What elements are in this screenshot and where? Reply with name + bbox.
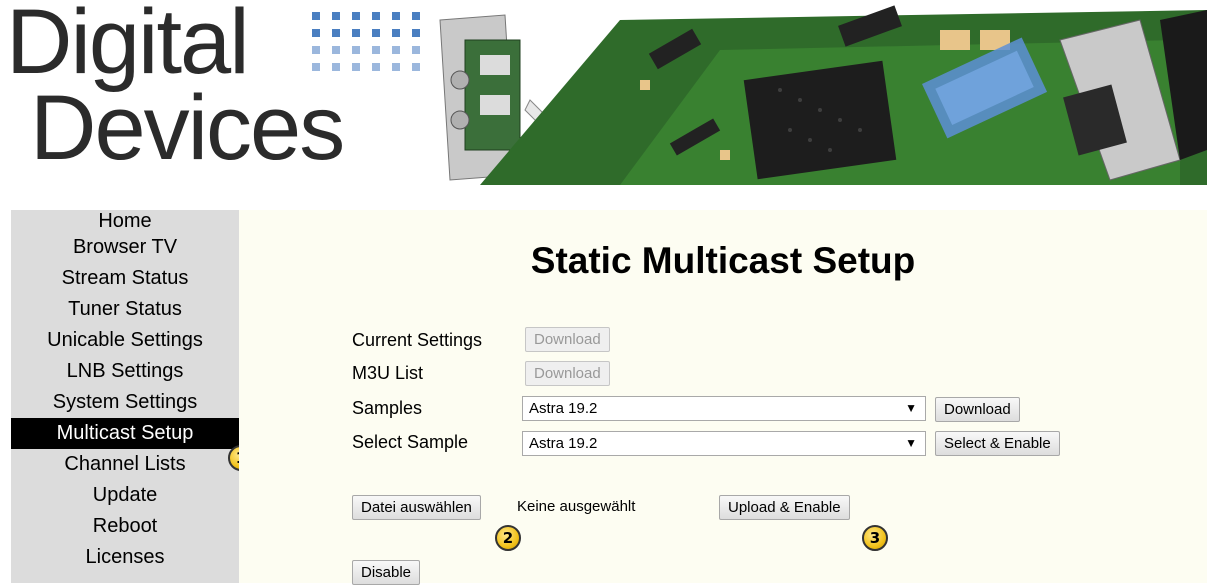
annotation-badge-2: 2 <box>495 525 521 551</box>
current-settings-label: Current Settings <box>352 330 483 350</box>
page-title: Static Multicast Setup <box>530 240 916 281</box>
samples-select-value: Astra 19.2 <box>529 400 598 417</box>
sidebar-item-licenses[interactable]: Licenses <box>11 542 239 573</box>
current-settings-download-button[interactable]: Download <box>525 327 610 352</box>
sidebar-item-browser-tv[interactable]: Browser TV <box>11 232 239 263</box>
disable-button[interactable]: Disable <box>352 560 421 585</box>
samples-select[interactable]: Astra 19.2 ▼ <box>522 396 926 421</box>
select-sample-label: Select Sample <box>352 432 469 452</box>
digital-devices-logo: Digital Devices <box>0 0 440 190</box>
samples-download-button[interactable]: Download <box>935 397 1020 422</box>
sidebar-item-system-settings[interactable]: System Settings <box>11 387 239 418</box>
file-chooser-status: Keine ausgewählt <box>517 498 636 515</box>
sidebar-item-stream-status[interactable]: Stream Status <box>11 263 239 294</box>
sidebar-nav: Home Browser TV Stream Status Tuner Stat… <box>11 210 239 583</box>
m3u-list-download-button[interactable]: Download <box>525 361 610 386</box>
sidebar-item-tuner-status[interactable]: Tuner Status <box>11 294 239 325</box>
annotation-badge-3: 3 <box>862 525 888 551</box>
chevron-down-icon: ▼ <box>905 401 917 415</box>
sidebar-item-channel-lists[interactable]: Channel Lists <box>11 449 239 480</box>
choose-file-button[interactable]: Datei auswählen <box>352 495 481 520</box>
chevron-down-icon: ▼ <box>905 436 917 450</box>
pcb-hardware-image <box>439 5 1207 185</box>
upload-and-enable-button[interactable]: Upload & Enable <box>719 495 850 520</box>
select-and-enable-button[interactable]: Select & Enable <box>935 431 1060 456</box>
sidebar-item-update[interactable]: Update <box>11 480 239 511</box>
logo-text-devices: Devices <box>30 77 345 179</box>
sidebar-item-lnb-settings[interactable]: LNB Settings <box>11 356 239 387</box>
samples-label: Samples <box>352 398 423 418</box>
header-banner: Digital Devices <box>0 0 1207 195</box>
logo-dot-grid-icon <box>312 12 420 71</box>
sidebar-item-unicable-settings[interactable]: Unicable Settings <box>11 325 239 356</box>
main-content: Static Multicast Setup Current Settings … <box>239 210 1207 585</box>
select-sample-select[interactable]: Astra 19.2 ▼ <box>522 431 926 456</box>
m3u-list-label: M3U List <box>352 363 424 383</box>
sidebar-item-home[interactable]: Home <box>11 210 239 232</box>
select-sample-value: Astra 19.2 <box>529 435 598 452</box>
sidebar-item-multicast-setup[interactable]: Multicast Setup <box>11 418 239 449</box>
sidebar-item-reboot[interactable]: Reboot <box>11 511 239 542</box>
